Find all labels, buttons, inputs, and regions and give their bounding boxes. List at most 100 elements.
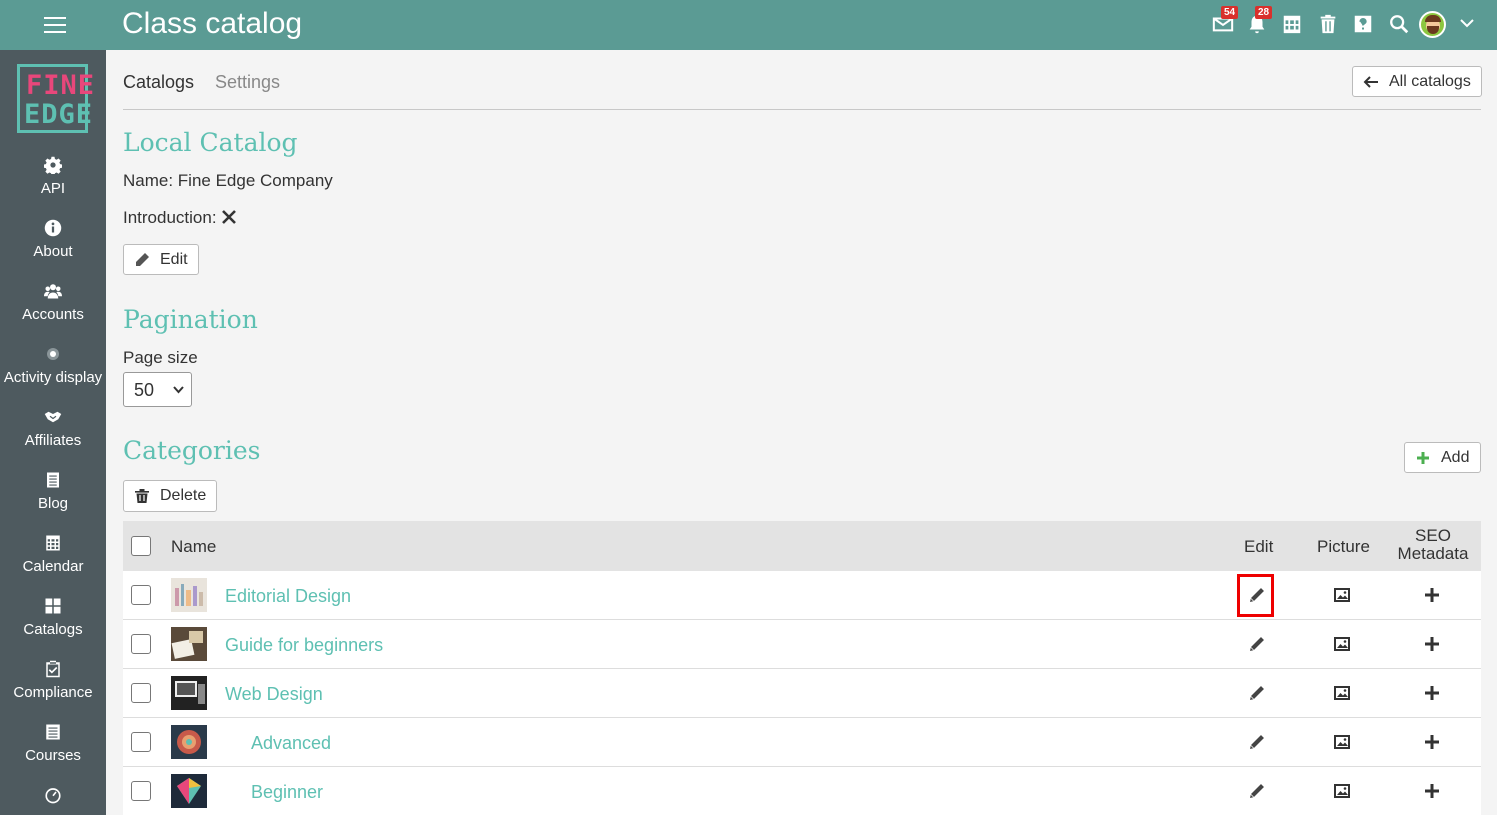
sidebar-item-courses[interactable]: Courses	[0, 723, 106, 783]
delete-categories-button[interactable]: Delete	[123, 480, 218, 512]
table-row: Editorial Design	[123, 571, 1481, 620]
picture-icon[interactable]	[1333, 586, 1351, 604]
handshake-icon	[44, 408, 62, 426]
pencil-icon[interactable]	[1248, 635, 1266, 653]
table-row: Advanced	[123, 718, 1481, 767]
hamburger-menu-icon[interactable]	[44, 17, 66, 34]
sidebar: FINE EDGE API About Accounts Activity di…	[0, 50, 106, 815]
avatar[interactable]	[1419, 11, 1446, 38]
page-size-select[interactable]: 50	[123, 372, 192, 407]
clipboard-check-icon	[44, 660, 62, 678]
categories-heading: Categories	[123, 436, 261, 465]
column-name: Name	[171, 537, 217, 556]
info-icon	[44, 219, 62, 237]
plus-icon[interactable]	[1423, 635, 1441, 653]
all-catalogs-button[interactable]: All catalogs	[1352, 66, 1482, 97]
category-name[interactable]: Advanced	[251, 733, 331, 754]
courses-icon	[44, 723, 62, 741]
radio-icon	[44, 345, 62, 363]
table-row: Guide for beginners	[123, 620, 1481, 669]
catalog-name: Name: Fine Edge Company	[123, 171, 333, 190]
table-header: Name Edit Picture SEO Metadata	[123, 521, 1481, 571]
sidebar-item-affiliates[interactable]: Affiliates	[0, 408, 106, 468]
picture-icon[interactable]	[1333, 782, 1351, 800]
category-name[interactable]: Web Design	[225, 684, 323, 705]
chevron-down-icon[interactable]	[1460, 16, 1474, 30]
grid-icon	[44, 597, 62, 615]
category-thumbnail	[171, 725, 207, 759]
tab-settings[interactable]: Settings	[215, 72, 280, 93]
help-icon[interactable]	[1352, 13, 1374, 35]
tab-catalogs[interactable]: Catalogs	[123, 72, 194, 93]
picture-icon[interactable]	[1333, 733, 1351, 751]
category-thumbnail	[171, 578, 207, 612]
gear-icon	[43, 156, 63, 176]
row-checkbox[interactable]	[131, 634, 151, 654]
select-all-checkbox[interactable]	[131, 536, 151, 556]
category-thumbnail	[171, 627, 207, 661]
messages-badge: 54	[1221, 6, 1239, 19]
column-picture: Picture	[1317, 537, 1370, 556]
pagination-heading: Pagination	[123, 305, 258, 334]
sidebar-item-compliance[interactable]: Compliance	[0, 660, 106, 720]
edit-highlight-box	[1237, 574, 1274, 617]
categories-table: Name Edit Picture SEO Metadata Editorial…	[123, 521, 1481, 815]
calendar-icon	[44, 534, 62, 552]
sidebar-item-accounts[interactable]: Accounts	[0, 282, 106, 342]
row-checkbox[interactable]	[131, 683, 151, 703]
category-thumbnail	[171, 676, 207, 710]
table-row: Beginner	[123, 767, 1481, 815]
gauge-icon	[44, 786, 62, 804]
sidebar-item-api[interactable]: API	[0, 156, 106, 216]
row-checkbox[interactable]	[131, 585, 151, 605]
logo[interactable]: FINE EDGE	[17, 64, 94, 133]
sidebar-item-catalogs[interactable]: Catalogs	[0, 597, 106, 657]
sidebar-item-about[interactable]: About	[0, 219, 106, 279]
pencil-icon	[136, 252, 149, 266]
page-size-label: Page size	[123, 348, 198, 367]
main-content: Catalogs Settings All catalogs Local Cat…	[106, 50, 1497, 815]
column-seo-metadata: SEO Metadata	[1397, 526, 1469, 563]
category-name[interactable]: Editorial Design	[225, 586, 351, 607]
messages-icon[interactable]: 54	[1212, 6, 1239, 35]
pencil-icon[interactable]	[1248, 782, 1266, 800]
page-title: Class catalog	[122, 7, 303, 40]
edit-catalog-button[interactable]: Edit	[123, 244, 199, 275]
plus-icon[interactable]	[1423, 586, 1441, 604]
picture-icon[interactable]	[1333, 684, 1351, 702]
sidebar-item-calendar[interactable]: Calendar	[0, 534, 106, 594]
plus-icon[interactable]	[1423, 782, 1441, 800]
category-name[interactable]: Guide for beginners	[225, 635, 383, 656]
plus-icon	[1417, 451, 1429, 464]
sidebar-item-blog[interactable]: Blog	[0, 471, 106, 531]
table-row: Web Design	[123, 669, 1481, 718]
category-name[interactable]: Beginner	[251, 782, 323, 803]
pencil-icon[interactable]	[1248, 684, 1266, 702]
top-bar: Class catalog 54 28	[0, 0, 1497, 50]
category-thumbnail	[171, 774, 207, 808]
close-icon	[221, 209, 237, 225]
tab-bar: Catalogs Settings	[123, 50, 1481, 110]
sidebar-item-activity-display[interactable]: Activity display	[0, 345, 106, 405]
users-icon	[44, 282, 62, 300]
row-checkbox[interactable]	[131, 732, 151, 752]
arrow-left-icon	[1363, 75, 1378, 88]
column-edit: Edit	[1244, 537, 1274, 556]
notifications-badge: 28	[1255, 6, 1273, 19]
picture-icon[interactable]	[1333, 635, 1351, 653]
add-category-button[interactable]: Add	[1404, 442, 1481, 473]
chevron-down-icon	[173, 386, 184, 394]
catalog-introduction: Introduction:	[123, 208, 237, 228]
plus-icon[interactable]	[1423, 733, 1441, 751]
local-catalog-heading: Local Catalog	[123, 128, 298, 157]
row-checkbox[interactable]	[131, 781, 151, 801]
trash-icon[interactable]	[1317, 13, 1339, 35]
pencil-icon[interactable]	[1248, 733, 1266, 751]
notifications-icon[interactable]: 28	[1246, 6, 1273, 35]
trash-icon	[135, 489, 149, 503]
search-icon[interactable]	[1388, 13, 1410, 35]
blog-icon	[44, 471, 62, 489]
plus-icon[interactable]	[1423, 684, 1441, 702]
sidebar-item-dashboard[interactable]	[0, 786, 106, 815]
calendar-icon[interactable]	[1281, 13, 1303, 35]
